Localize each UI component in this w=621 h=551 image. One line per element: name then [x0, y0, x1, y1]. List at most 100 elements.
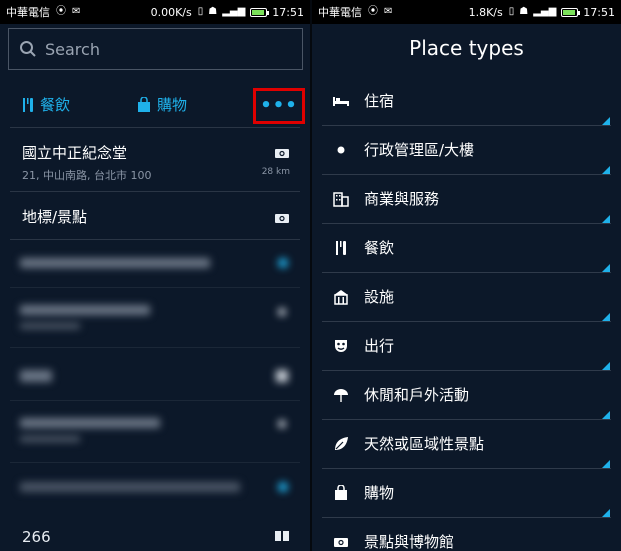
- place-type-label: 天然或區域性景點: [364, 435, 485, 453]
- expand-corner-icon: [602, 117, 610, 125]
- expand-corner-icon: [602, 411, 610, 419]
- signal-icon: ▂▄▆: [222, 6, 246, 17]
- blurred-result-icon: [278, 308, 286, 316]
- place-type-admin[interactable]: 行政管理區/大樓: [312, 126, 621, 175]
- place-type-business[interactable]: 商業與服務: [312, 175, 621, 224]
- result-meta: 28 km: [262, 144, 290, 177]
- blurred-result-item[interactable]: [20, 258, 210, 268]
- dot-icon: [332, 141, 350, 159]
- search-results-panel: 中華電信 ⦿ ✉ 0.00K/s ▯ ☗ ▂▄▆ 17:51 Search 餐飲…: [0, 0, 310, 551]
- divider: [10, 462, 300, 463]
- category-shopping-label: 購物: [157, 96, 188, 114]
- place-type-nature[interactable]: 天然或區域性景點: [312, 420, 621, 469]
- page-title: Place types: [409, 36, 524, 60]
- shopping-bag-icon: [138, 96, 150, 112]
- battery-icon: [561, 7, 581, 17]
- expand-corner-icon: [602, 362, 610, 370]
- camera-icon: [275, 214, 289, 223]
- camera-icon: [332, 533, 350, 551]
- place-type-label: 購物: [364, 484, 395, 502]
- result-distance: 28 km: [261, 167, 290, 177]
- place-type-travel[interactable]: 出行: [312, 322, 621, 371]
- divider: [10, 287, 300, 288]
- building-icon: [332, 190, 350, 208]
- network-speed: 0.00K/s: [150, 5, 192, 19]
- expand-corner-icon: [602, 215, 610, 223]
- place-type-label: 餐飲: [364, 239, 395, 257]
- search-placeholder: Search: [45, 39, 100, 59]
- result-name: 地標/景點: [22, 208, 88, 226]
- result-item[interactable]: 地標/景點: [22, 206, 87, 227]
- carrier-name: 中華電信: [318, 6, 362, 19]
- divider: [10, 127, 300, 128]
- place-type-facilities[interactable]: 設施: [312, 273, 621, 322]
- carrier-name: 中華電信: [6, 6, 50, 19]
- android-icon: ☗: [208, 6, 218, 17]
- place-type-label: 住宿: [364, 92, 395, 110]
- signal-icon: ▂▄▆: [533, 6, 557, 17]
- blurred-result-item[interactable]: [20, 370, 52, 382]
- search-input[interactable]: Search: [8, 28, 303, 70]
- place-type-shopping[interactable]: 購物: [312, 469, 621, 518]
- divider: [10, 191, 300, 192]
- result-item[interactable]: 國立中正紀念堂 21, 中山南路, 台北市 100: [22, 142, 151, 183]
- result-name: 國立中正紀念堂: [22, 144, 128, 162]
- blurred-result-item[interactable]: [20, 482, 240, 492]
- place-type-lodging[interactable]: 住宿: [312, 77, 621, 126]
- network-speed: 1.8K/s: [468, 5, 503, 19]
- message-icon: ✉: [72, 6, 81, 17]
- place-type-attractions[interactable]: 景點與博物館: [312, 518, 621, 551]
- battery-icon: [250, 7, 270, 17]
- place-type-label: 商業與服務: [364, 190, 440, 208]
- expand-corner-icon: [602, 264, 610, 272]
- place-type-leisure[interactable]: 休閒和戶外活動: [312, 371, 621, 420]
- android-icon: ☗: [519, 6, 529, 17]
- blurred-result-item[interactable]: [20, 305, 150, 329]
- more-dots-icon: •••: [260, 95, 298, 116]
- category-shopping[interactable]: 購物: [137, 94, 187, 115]
- place-type-label: 出行: [364, 337, 395, 355]
- location-icon: ⦿: [368, 6, 378, 17]
- place-type-label: 景點與博物館: [364, 533, 455, 551]
- cutlery-icon: [23, 97, 33, 112]
- divider: [10, 347, 300, 348]
- category-dining-label: 餐飲: [40, 96, 71, 114]
- expand-corner-icon: [602, 166, 610, 174]
- result-meta: [274, 209, 290, 228]
- location-icon: ⦿: [56, 6, 66, 17]
- divider: [10, 400, 300, 401]
- facility-icon: [332, 288, 350, 306]
- blurred-result-icon: [278, 420, 286, 428]
- result-address: 21, 中山南路, 台北市 100: [22, 169, 152, 182]
- vibrate-icon: ▯: [197, 6, 204, 17]
- blurred-result-icon: [276, 370, 288, 382]
- status-bar: 中華電信 ⦿ ✉ 0.00K/s ▯ ☗ ▂▄▆ 17:51: [0, 0, 310, 24]
- blurred-result-icon: [278, 482, 288, 492]
- expand-corner-icon: [602, 460, 610, 468]
- blurred-result-item[interactable]: [20, 418, 160, 442]
- result-count: 266: [22, 528, 51, 546]
- clock: 17:51: [583, 5, 615, 19]
- bed-icon: [332, 92, 350, 110]
- more-categories-button[interactable]: •••: [253, 88, 305, 124]
- divider: [10, 239, 300, 240]
- expand-corner-icon: [602, 509, 610, 517]
- place-type-label: 休閒和戶外活動: [364, 386, 470, 404]
- book-icon[interactable]: [274, 530, 290, 542]
- blurred-result-icon: [278, 258, 288, 268]
- shopping-bag-icon: [332, 484, 350, 502]
- place-type-dining[interactable]: 餐飲: [312, 224, 621, 273]
- umbrella-icon: [332, 386, 350, 404]
- category-dining[interactable]: 餐飲: [22, 94, 70, 115]
- clock: 17:51: [272, 5, 304, 19]
- mask-icon: [332, 337, 350, 355]
- cutlery-icon: [332, 239, 350, 257]
- search-icon: [20, 41, 36, 57]
- camera-icon: [275, 149, 289, 158]
- place-type-label: 行政管理區/大樓: [364, 141, 475, 159]
- vibrate-icon: ▯: [508, 6, 515, 17]
- expand-corner-icon: [602, 313, 610, 321]
- place-type-label: 設施: [364, 288, 395, 306]
- leaf-icon: [332, 435, 350, 453]
- message-icon: ✉: [384, 6, 393, 17]
